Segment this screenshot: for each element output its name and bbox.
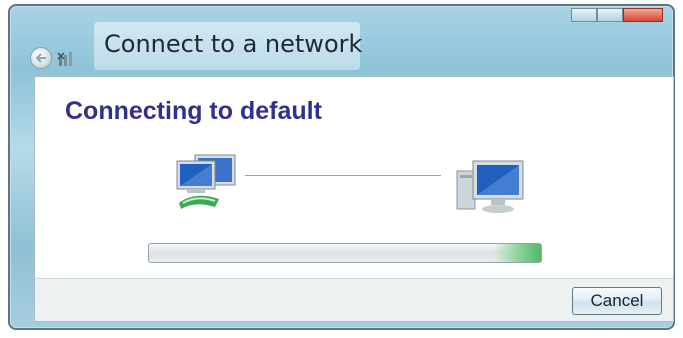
back-button[interactable]: [30, 47, 52, 69]
close-button[interactable]: [623, 8, 663, 22]
maximize-button[interactable]: [597, 8, 623, 22]
content-panel: Connecting to default: [34, 76, 674, 279]
window-title: Connect to a network: [104, 30, 363, 58]
minimize-button[interactable]: [571, 8, 597, 22]
progress-fill: [493, 244, 541, 262]
connecting-heading: Connecting to default: [65, 97, 322, 125]
network-computer-icon: [456, 160, 524, 213]
connect-dialog-window: Connect to a network Connecting to defau…: [8, 4, 675, 330]
connection-progress-bar: [148, 243, 542, 263]
caption-controls: [571, 8, 663, 22]
back-arrow-icon: [35, 53, 46, 63]
cancel-button[interactable]: Cancel: [572, 287, 662, 315]
connection-line: [245, 175, 441, 176]
dialog-footer: Cancel: [34, 278, 674, 322]
computer-icon: [176, 154, 236, 209]
wireless-network-icon: [57, 52, 72, 66]
